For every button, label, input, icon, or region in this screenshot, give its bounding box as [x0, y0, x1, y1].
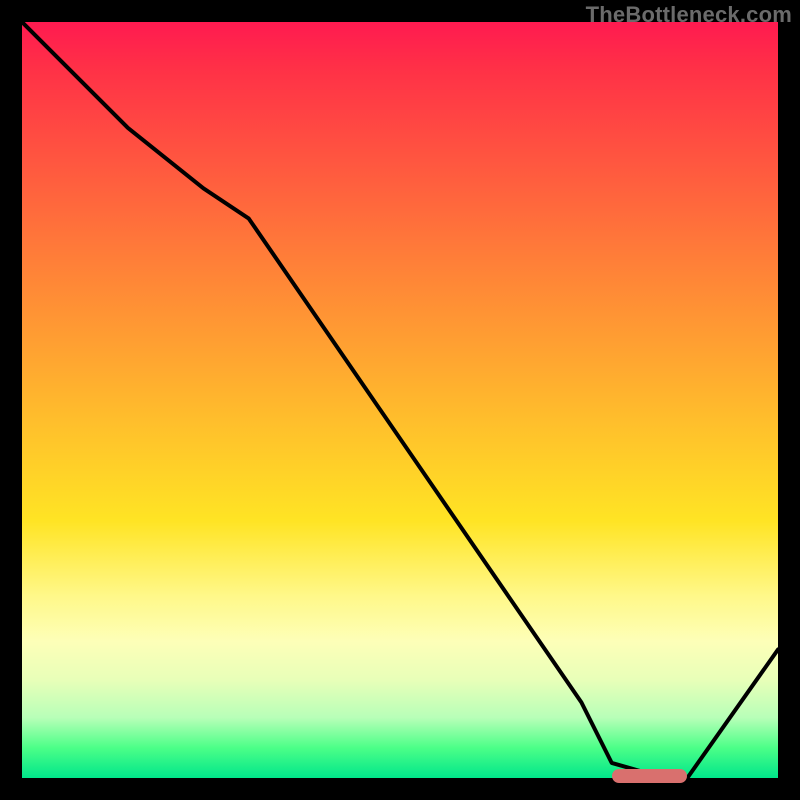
chart-frame: TheBottleneck.com: [0, 0, 800, 800]
bottleneck-curve: [22, 22, 778, 778]
optimal-marker: [612, 769, 688, 783]
plot-area: [22, 22, 778, 778]
curve-path: [22, 22, 778, 778]
watermark-text: TheBottleneck.com: [586, 2, 792, 28]
